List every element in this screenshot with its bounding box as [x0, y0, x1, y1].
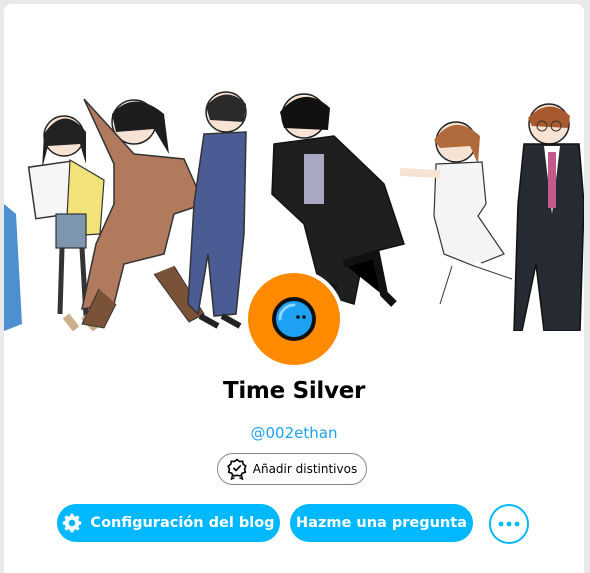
- more-options-button[interactable]: [489, 504, 529, 544]
- avatar[interactable]: [244, 269, 344, 369]
- badge-icon: [226, 458, 247, 480]
- add-badges-label: Añadir distintivos: [252, 462, 358, 476]
- avatar-background: [248, 273, 340, 365]
- more-icon: [498, 521, 520, 527]
- blog-title: Time Silver: [222, 378, 366, 404]
- gear-icon: [63, 513, 82, 533]
- ask-question-label: Hazme una pregunta: [296, 515, 467, 531]
- blog-handle[interactable]: @002ethan: [4, 424, 584, 442]
- add-badges-button[interactable]: Añadir distintivos: [217, 453, 367, 485]
- ask-question-button[interactable]: Hazme una pregunta: [290, 504, 473, 542]
- blog-settings-button[interactable]: Configuración del blog: [57, 504, 280, 542]
- blog-card: Time Silver @002ethan Añadir distintivos…: [4, 4, 584, 573]
- avatar-icon: [272, 297, 316, 341]
- blog-settings-label: Configuración del blog: [90, 515, 275, 531]
